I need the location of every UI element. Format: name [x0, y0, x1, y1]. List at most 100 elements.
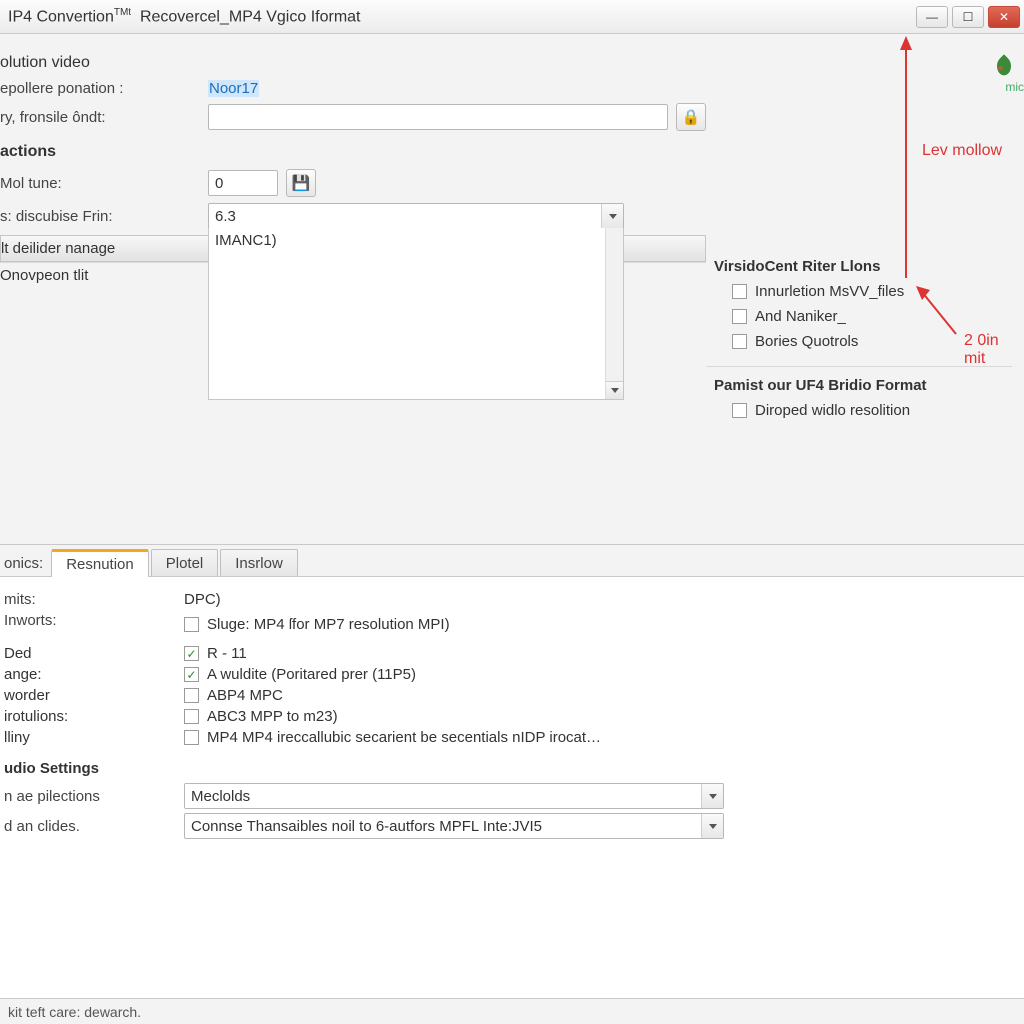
side-check-innurletion[interactable]: Innurletion MsVV_files	[714, 283, 1012, 300]
checkbox-icon[interactable]	[184, 688, 199, 703]
discubise-combo[interactable]: 6.3	[208, 203, 624, 229]
checkbox-icon[interactable]	[732, 309, 747, 324]
leftlabel-irotulions: irotulions:	[4, 708, 184, 725]
mits-label: mits:	[4, 591, 184, 608]
tab-insrlow[interactable]: Insrlow	[220, 549, 298, 576]
app-window: IP4 ConvertionTMt Recovercel_MP4 Vgico I…	[0, 0, 1024, 1024]
chevron-down-icon	[709, 824, 717, 829]
annotation-arrow-diag-icon	[916, 286, 966, 336]
field-fronsile-label: ry, fronsile ôndt:	[0, 109, 208, 126]
chevron-down-icon	[611, 388, 619, 393]
minimize-icon: —	[926, 10, 938, 24]
field-ponation-input[interactable]: Noor17	[208, 80, 668, 97]
check-abc3[interactable]: ABC3 MPP to m23)	[184, 708, 1020, 725]
check-awuldite[interactable]: A wuldite (Poritared prer (11P5)	[184, 666, 1020, 683]
titlebar: IP4 ConvertionTMt Recovercel_MP4 Vgico I…	[0, 0, 1024, 34]
check-mp4mp4[interactable]: MP4 MP4 ireccallubic secarient be secent…	[184, 729, 1020, 746]
check-r11[interactable]: R - 11	[184, 645, 1020, 662]
checkbox-icon[interactable]	[732, 403, 747, 418]
side-group1-title: VirsidoCent Riter Llons	[714, 258, 1012, 275]
side-check-label: Innurletion MsVV_files	[755, 283, 904, 300]
title-app: IP4 Convertion	[8, 8, 114, 25]
scroll-down-button[interactable]	[606, 381, 623, 399]
checkbox-icon[interactable]	[732, 334, 747, 349]
leftlabel-lliny: lliny	[4, 729, 184, 746]
checkbox-icon[interactable]	[184, 709, 199, 724]
audio-row1-combo[interactable]: Meclolds	[184, 783, 724, 809]
check-label: ABP4 MPC	[207, 687, 283, 704]
side-group2-title: Pamist our UF4 Bridio Format	[714, 377, 1012, 394]
list-scrollbar[interactable]	[605, 228, 623, 399]
audio-row1-label: n ae pilections	[4, 788, 184, 805]
actions-listbox[interactable]: IMANC1)	[208, 228, 624, 400]
field-fronsile-input[interactable]	[208, 104, 668, 130]
checkbox-icon[interactable]	[184, 646, 199, 661]
checkbox-icon[interactable]	[732, 284, 747, 299]
maximize-button[interactable]: ☐	[952, 6, 984, 28]
browse-button[interactable]: 🔒	[676, 103, 706, 131]
audio-settings-heading: udio Settings	[4, 760, 1020, 777]
close-button[interactable]: ✕	[988, 6, 1020, 28]
mol-tune-input[interactable]	[208, 170, 278, 196]
tabs-panel: onics: Resnution Plotel Insrlow mits: DP…	[0, 544, 1024, 1024]
save-icon: 💾	[292, 174, 311, 192]
check-label: MP4 MP4 ireccallubic secarient be secent…	[207, 729, 601, 746]
list-row1-value: IMANC1)	[209, 228, 623, 253]
discubise-label: s: discubise Frin:	[0, 208, 208, 225]
checkbox-icon[interactable]	[184, 730, 199, 745]
tab-resnution[interactable]: Resnution	[51, 550, 149, 577]
window-title: IP4 ConvertionTMt Recovercel_MP4 Vgico I…	[8, 7, 916, 26]
tab-plotel[interactable]: Plotel	[151, 549, 219, 576]
maximize-icon: ☐	[963, 10, 974, 24]
mol-tune-label: Mol tune:	[0, 175, 208, 192]
list-row1-label: Onovpeon tlit	[0, 263, 208, 288]
side-check-label: Bories Quotrols	[755, 333, 858, 350]
tabs-pre-label: onics:	[4, 550, 51, 576]
side-check-naniker[interactable]: And Naniker_	[714, 308, 1012, 325]
leftlabel-ange: ange:	[4, 666, 184, 683]
window-buttons: — ☐ ✕	[916, 6, 1020, 28]
chevron-down-icon	[609, 214, 617, 219]
app-logo-icon	[990, 52, 1018, 80]
check-sluge[interactable]: Sluge: MP4 ſfor MP7 resolution MPI)	[184, 616, 1020, 633]
lock-icon: 🔒	[682, 108, 701, 126]
leftlabel-worder: worder	[4, 687, 184, 704]
tabstrip: onics: Resnution Plotel Insrlow	[0, 545, 1024, 577]
check-label: ABC3 MPP to m23)	[207, 708, 338, 725]
audio-row2-dropdown-button[interactable]	[701, 814, 723, 838]
list-header-col-a[interactable]: lt deilider nanage	[1, 236, 209, 261]
side-panel: mic Lev mollow 2 0in mit VirsidoCent Rit…	[706, 34, 1024, 544]
close-icon: ✕	[999, 10, 1009, 24]
title-doc: Recovercel_MP4 Vgico Iformat	[140, 8, 361, 25]
audio-row1-value: Meclolds	[185, 788, 701, 805]
field-ponation-value: Noor17	[208, 80, 259, 97]
minimize-button[interactable]: —	[916, 6, 948, 28]
side-check-diroped[interactable]: Diroped widlo resolition	[714, 402, 1012, 419]
status-bar: kit teft care: dewarch.	[0, 998, 1024, 1024]
tab-body: mits: DPC) Inworts: Sluge: MP4 ſfor MP7 …	[0, 577, 1024, 847]
side-check-label: And Naniker_	[755, 308, 846, 325]
title-tm: TMt	[114, 7, 131, 18]
audio-row1-dropdown-button[interactable]	[701, 784, 723, 808]
discubise-dropdown-button[interactable]	[601, 204, 623, 228]
status-text: kit teft care: dewarch.	[8, 1004, 141, 1020]
logo-caption: mic	[1005, 80, 1024, 94]
video-heading: olution video	[0, 48, 706, 76]
annotation-lev: Lev mollow	[922, 142, 1002, 160]
field-ponation-label: epollere ponation :	[0, 80, 208, 97]
checkbox-icon[interactable]	[184, 617, 199, 632]
checkbox-icon[interactable]	[184, 667, 199, 682]
annotation-arrow-up-icon	[896, 34, 916, 284]
audio-row2-combo[interactable]: Connse Thansaibles noil to 6-autfors MPF…	[184, 813, 724, 839]
actions-heading: actions	[0, 137, 706, 165]
chevron-down-icon	[709, 794, 717, 799]
side-check-label: Diroped widlo resolition	[755, 402, 910, 419]
check-label: R - 11	[207, 645, 247, 662]
discubise-value: 6.3	[209, 208, 601, 225]
check-label: A wuldite (Poritared prer (11P5)	[207, 666, 416, 683]
leftlabel-ded: Ded	[4, 645, 184, 662]
audio-row2-value: Connse Thansaibles noil to 6-autfors MPF…	[185, 818, 701, 835]
check-abp4[interactable]: ABP4 MPC	[184, 687, 1020, 704]
mol-tune-stepper[interactable]: 💾	[286, 169, 316, 197]
check-label: Sluge: MP4 ſfor MP7 resolution MPI)	[207, 616, 450, 633]
